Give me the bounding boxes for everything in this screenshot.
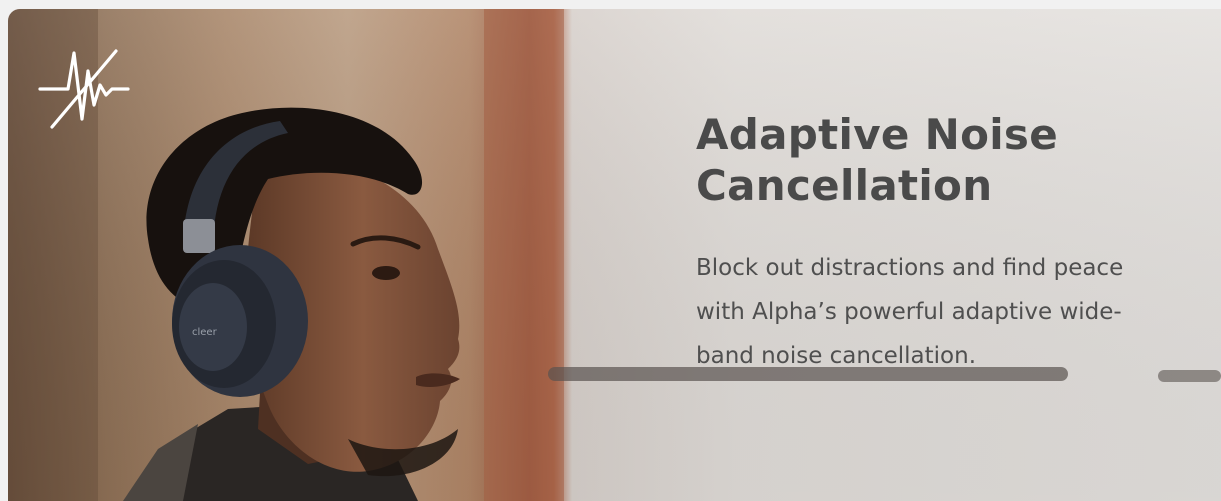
- noise-cancel-wave-icon: [38, 49, 130, 129]
- hero-description: Block out distractions and find peace wi…: [696, 255, 1124, 369]
- hero-title: Adaptive Noise Cancellation: [696, 110, 1059, 210]
- headphone-brand-text: cleer: [192, 327, 218, 338]
- hero-banner: cleer Adaptive Noise Cancellation Block …: [8, 9, 1221, 501]
